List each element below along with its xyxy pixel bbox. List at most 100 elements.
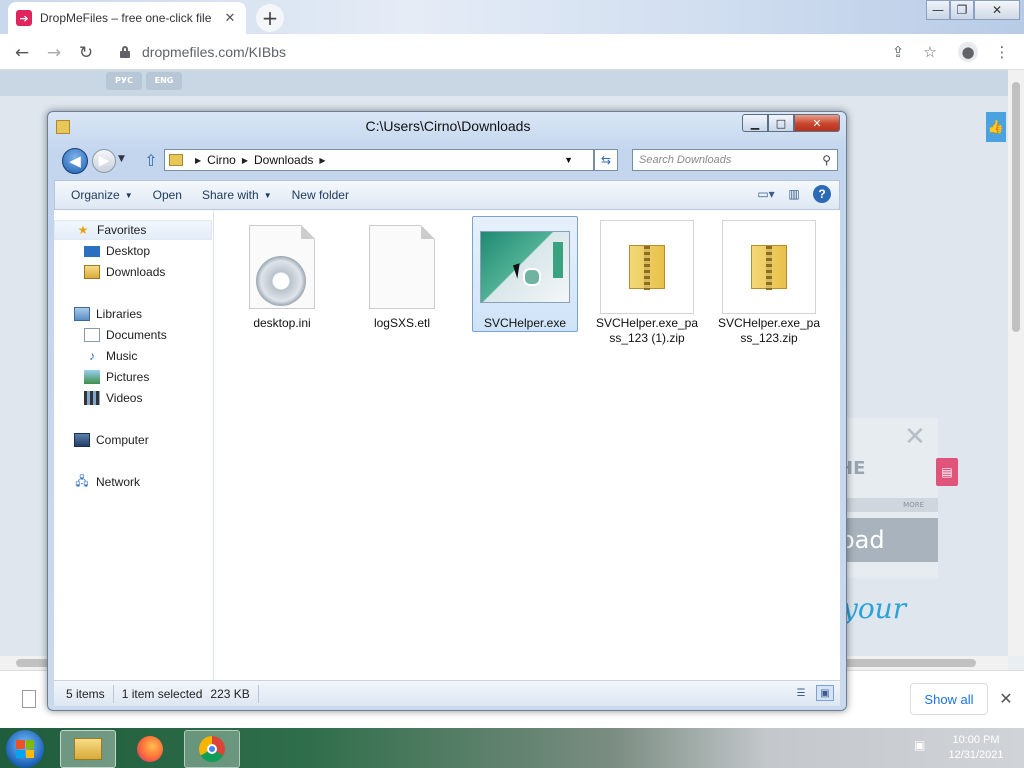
large-icons-view-icon[interactable]: ▣ <box>816 685 834 701</box>
taskbar-firefox[interactable] <box>122 730 178 768</box>
profile-icon[interactable]: ● <box>958 42 978 62</box>
new-folder-button[interactable]: New folder <box>282 183 359 207</box>
file-thumbnail <box>234 220 330 314</box>
organize-button[interactable]: Organize ▼ <box>61 183 143 207</box>
minimize-icon[interactable]: — <box>926 0 950 20</box>
lang-en[interactable]: ENG <box>146 72 182 90</box>
nav-documents[interactable]: Documents <box>84 325 167 345</box>
breadcrumb-downloads[interactable]: Downloads <box>254 153 313 167</box>
zip-folder-icon <box>722 220 816 314</box>
file-icon[interactable] <box>22 690 36 708</box>
nav-downloads-label: Downloads <box>106 265 166 279</box>
back-arrow-icon[interactable]: ◀ <box>62 148 88 174</box>
nav-desktop[interactable]: Desktop <box>84 241 150 261</box>
breadcrumb-chevron-icon[interactable]: ▶ <box>319 156 325 165</box>
change-view-icon[interactable]: ▭▾ <box>757 185 775 203</box>
window-title: C:\Users\Cirno\Downloads <box>365 118 531 134</box>
forward-arrow-icon[interactable]: → <box>42 41 66 65</box>
navigation-pane: ★ Favorites Desktop Downloads Libraries … <box>54 210 214 680</box>
share-with-label: Share with <box>201 188 259 202</box>
network-tray-icon[interactable]: ▣ <box>914 738 930 754</box>
new-folder-label: New folder <box>291 188 349 202</box>
tab-close-icon[interactable]: ✕ <box>222 11 238 26</box>
close-icon[interactable]: ✕ <box>794 114 840 132</box>
help-icon[interactable]: ? <box>813 185 831 203</box>
system-clock[interactable]: 10:00 PM 12/31/2021 <box>936 733 1016 763</box>
download-bar-close-icon[interactable]: ✕ <box>996 688 1016 708</box>
file-thumbnail <box>599 220 695 314</box>
upload-button[interactable]: oad <box>838 518 938 562</box>
scroll-thumb[interactable] <box>1012 82 1020 332</box>
language-switcher[interactable]: РУС ENG <box>106 72 182 90</box>
promo-panel: ✕ НЕ MORE oad <box>838 418 938 578</box>
new-tab-button[interactable]: + <box>256 4 284 32</box>
address-dropdown-icon[interactable]: ▼ <box>564 155 573 165</box>
taskbar-explorer[interactable] <box>60 730 116 768</box>
share-with-button[interactable]: Share with ▼ <box>192 183 282 207</box>
menu-dots-icon[interactable]: ⋮ <box>992 42 1012 62</box>
recent-pages-chevron-icon[interactable]: ▼ <box>118 154 125 164</box>
breadcrumb-cirno[interactable]: Cirno <box>207 153 236 167</box>
maximize-icon[interactable]: □ <box>768 114 794 132</box>
folder-icon <box>74 738 102 760</box>
star-icon: ★ <box>77 223 89 237</box>
up-arrow-icon[interactable]: ⇧ <box>142 150 160 170</box>
file-item[interactable]: logSXS.etl <box>350 220 454 331</box>
file-name: logSXS.etl <box>373 316 431 330</box>
nav-libraries-label: Libraries <box>96 307 143 321</box>
nav-libraries[interactable]: Libraries <box>74 304 142 324</box>
nav-favorites[interactable]: ★ Favorites <box>54 220 212 240</box>
start-button[interactable] <box>6 730 44 768</box>
firefox-icon <box>137 736 163 762</box>
organize-label: Organize <box>71 188 120 202</box>
breadcrumb-chevron-icon[interactable]: ▶ <box>242 156 248 165</box>
file-thumbnail <box>354 220 450 314</box>
details-view-icon[interactable]: ☰ <box>792 685 810 701</box>
exe-icon <box>480 231 570 303</box>
desktop-icon <box>84 245 100 257</box>
documents-icon <box>84 328 100 342</box>
nav-desktop-label: Desktop <box>106 244 151 258</box>
forward-arrow-icon[interactable]: ▶ <box>92 149 116 173</box>
promo-more[interactable]: MORE <box>838 498 938 512</box>
file-thumbnail <box>477 220 573 314</box>
show-all-button[interactable]: Show all <box>910 683 988 715</box>
nav-music[interactable]: ♪ Music <box>84 346 137 366</box>
nav-computer-label: Computer <box>96 433 149 447</box>
share-icon[interactable]: ⇪ <box>888 42 908 62</box>
nav-computer[interactable]: Computer <box>74 430 149 450</box>
thumbs-up-icon[interactable]: 👍 <box>986 112 1006 142</box>
browser-tab[interactable]: ➔ DropMeFiles – free one-click file ✕ <box>8 2 246 34</box>
taskbar-chrome[interactable] <box>184 730 240 768</box>
nav-pictures[interactable]: Pictures <box>84 367 149 387</box>
promo-close-icon[interactable]: ✕ <box>904 422 926 452</box>
file-item[interactable]: desktop.ini <box>230 220 334 331</box>
back-arrow-icon[interactable]: ← <box>10 41 34 65</box>
close-window-icon[interactable]: ✕ <box>974 0 1020 20</box>
downloads-folder-icon <box>84 265 100 279</box>
search-icon[interactable]: ⚲ <box>822 153 831 167</box>
breadcrumb-chevron-icon[interactable]: ▶ <box>195 156 201 165</box>
nav-network[interactable]: 🖧 Network <box>74 472 140 492</box>
feedback-icon[interactable]: ▤ <box>936 458 958 486</box>
file-name: SVCHelper.exe_pass_123 (1).zip <box>595 316 699 345</box>
refresh-icon[interactable]: ⇆ <box>594 149 618 171</box>
search-input[interactable]: Search Downloads ⚲ <box>632 149 838 171</box>
minimize-icon[interactable]: ▁ <box>742 114 768 132</box>
file-item[interactable]: SVCHelper.exe_pass_123.zip <box>717 220 821 346</box>
url-bar[interactable]: dropmefiles.com/KIBbs <box>108 38 948 66</box>
lang-ru[interactable]: РУС <box>106 72 142 90</box>
bookmark-star-icon[interactable]: ☆ <box>920 42 940 62</box>
restore-icon[interactable]: ❐ <box>950 0 974 20</box>
open-button[interactable]: Open <box>143 183 192 207</box>
vertical-scrollbar[interactable] <box>1008 70 1024 656</box>
file-item-selected[interactable]: SVCHelper.exe <box>473 220 577 331</box>
libraries-icon <box>74 307 90 321</box>
tab-title: DropMeFiles – free one-click file <box>40 11 212 25</box>
preview-pane-icon[interactable]: ▥ <box>785 185 803 203</box>
reload-icon[interactable]: ↻ <box>74 41 98 65</box>
nav-downloads[interactable]: Downloads <box>84 262 165 282</box>
file-item[interactable]: SVCHelper.exe_pass_123 (1).zip <box>595 220 699 346</box>
address-bar[interactable]: ▶ Cirno ▶ Downloads ▶ ▼ <box>164 149 594 171</box>
nav-videos[interactable]: Videos <box>84 388 142 408</box>
